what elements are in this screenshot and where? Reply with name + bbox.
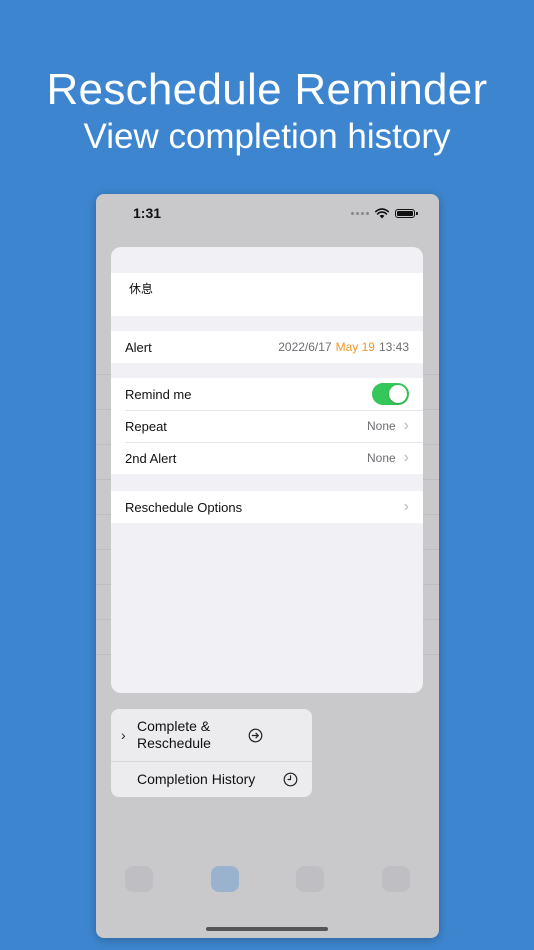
menu-item-completion-history[interactable]: Completion History (111, 762, 312, 797)
menu-item-complete-reschedule[interactable]: › Complete & Reschedule (111, 709, 312, 761)
second-alert-row[interactable]: 2nd Alert None › (111, 442, 423, 474)
clock-icon (282, 772, 298, 788)
chevron-right-icon: › (403, 498, 409, 515)
chevron-right-icon: › (403, 417, 409, 434)
alert-date-highlight: May 19 (335, 340, 375, 354)
repeat-value: None › (366, 417, 409, 434)
remind-me-row: Remind me (111, 378, 423, 410)
repeat-label: Repeat (125, 418, 167, 434)
chevron-right-icon: › (121, 727, 126, 743)
alert-time: 13:43 (378, 340, 409, 354)
remind-me-toggle[interactable] (372, 383, 409, 405)
repeat-row[interactable]: Repeat None › (111, 410, 423, 442)
reschedule-options-row[interactable]: Reschedule Options › (111, 491, 423, 523)
tab-icon[interactable] (382, 866, 411, 892)
chevron-right-icon: › (403, 449, 409, 466)
hero-subtitle: View completion history (83, 117, 451, 156)
tab-icon-active[interactable] (210, 866, 239, 892)
context-menu: › Complete & Reschedule Completion Histo… (111, 709, 312, 797)
alert-value: 2022/6/17 May 19 13:43 (278, 340, 409, 354)
tab-bar (96, 854, 439, 904)
hero-title: Reschedule Reminder (46, 65, 488, 114)
reminder-title-section[interactable]: 休息 (111, 273, 423, 316)
reminder-title[interactable]: 休息 (111, 273, 423, 304)
second-alert-value-text: None (366, 451, 396, 465)
settings-section: Remind me Repeat None › 2nd Alert None › (111, 378, 423, 474)
second-alert-value: None › (366, 449, 409, 466)
status-time: 1:31 (133, 205, 162, 221)
arrow-right-circle-icon (247, 727, 263, 743)
wifi-icon (375, 207, 389, 218)
second-alert-label: 2nd Alert (125, 450, 177, 466)
cellular-signal-icon (351, 211, 369, 215)
alert-label: Alert (125, 339, 152, 355)
reschedule-options-value: › (396, 498, 409, 515)
reschedule-section: Reschedule Options › (111, 491, 423, 523)
remind-me-label: Remind me (125, 386, 192, 402)
repeat-value-text: None (366, 419, 396, 433)
home-indicator (206, 927, 328, 931)
alert-section: Alert 2022/6/17 May 19 13:43 (111, 331, 423, 363)
tab-icon[interactable] (296, 866, 325, 892)
alert-date: 2022/6/17 (278, 340, 332, 354)
alert-row[interactable]: Alert 2022/6/17 May 19 13:43 (111, 331, 423, 363)
menu-item-label: Complete & Reschedule (137, 718, 211, 751)
reschedule-options-label: Reschedule Options (125, 499, 243, 515)
status-indicators (351, 206, 418, 220)
tab-icon[interactable] (124, 866, 153, 892)
reminder-detail-card: 休息 Alert 2022/6/17 May 19 13:43 Remind m… (111, 247, 423, 693)
menu-item-label: Completion History (137, 771, 256, 787)
battery-icon (395, 208, 418, 218)
phone-screen: 1:31 休息 Alert 2022/6/17 May 19 13:43 Rem… (96, 194, 439, 938)
